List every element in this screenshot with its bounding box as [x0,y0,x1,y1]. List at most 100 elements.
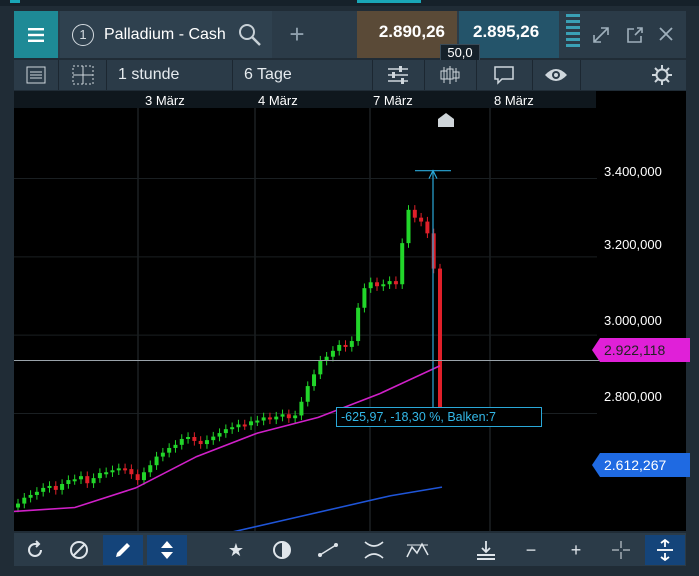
menu-button[interactable] [14,11,58,58]
star-icon: ★ [227,539,245,560]
candle [312,374,317,387]
hamburger-icon [28,27,44,42]
pattern-tool-button[interactable] [398,535,438,565]
candle [97,473,102,479]
candle [110,470,115,473]
candle [412,209,417,218]
reset-button[interactable] [15,535,55,565]
trendline-icon [318,543,338,557]
popout-icon[interactable] [626,26,644,44]
candle [28,494,33,498]
candlestick-icon [440,66,460,84]
candle [204,440,209,445]
top-strip [0,0,699,6]
zoom-out-button[interactable]: − [511,535,551,565]
candle [66,480,71,484]
minus-icon: − [525,539,537,560]
candle [318,360,323,375]
range-selector[interactable]: 6 Tage [232,60,372,90]
indicators-button[interactable] [372,60,424,90]
candle [438,268,442,418]
close-icon[interactable] [658,26,674,42]
candle [255,420,260,423]
candle [236,424,241,428]
clear-button[interactable] [59,535,99,565]
candle [249,421,254,426]
moving-average-short-line [14,364,441,513]
draw-button[interactable] [103,535,143,565]
candle [267,417,272,420]
candle [330,350,335,357]
date-label: 8 März [494,93,534,108]
candle [431,233,436,269]
candle [123,468,128,471]
candle [192,437,197,441]
drag-mode-button[interactable] [147,535,187,565]
crosshair-button[interactable] [601,535,641,565]
candle [223,429,228,434]
candle [356,307,361,342]
trendline-tool-button[interactable] [308,535,348,565]
market-depth-icon[interactable] [566,14,580,56]
candle [34,491,39,495]
fit-vertical-icon [657,539,673,561]
contrast-icon [273,541,291,559]
layout-button[interactable] [60,60,106,90]
price-label: 2.800,000 [604,389,662,404]
candle [419,217,424,222]
search-icon[interactable] [238,23,262,47]
fibonacci-tool-button[interactable] [354,535,394,565]
instrument-tab[interactable]: 1 Palladium - Cash [60,11,272,58]
candle [211,436,216,441]
measure-label: -625,97, -18,30 %, Balken:7 [336,407,542,427]
candle [343,344,348,347]
candle [104,472,109,475]
candle [406,209,411,244]
price-label: 3.400,000 [604,164,662,179]
candle [91,478,96,484]
plus-icon: + [570,539,582,560]
crosshair-icon [612,541,630,559]
sliders-icon [388,66,408,84]
candle [242,424,247,427]
ma-long-price-tag: 2.612,267 [592,453,690,477]
align-icon [477,541,495,560]
refresh-icon [28,540,42,557]
price-plot[interactable] [14,108,597,531]
visibility-button[interactable] [532,60,580,90]
theme-button[interactable] [262,535,302,565]
candle [217,433,222,437]
candle [230,427,235,430]
add-tab-button[interactable]: + [274,11,320,58]
home-marker-icon[interactable] [437,112,455,128]
candle [72,479,77,482]
candle [293,415,298,419]
speech-bubble-icon [494,66,514,85]
expand-icon[interactable] [592,26,610,44]
candle [261,417,266,421]
eye-icon [545,69,567,81]
candle [299,401,304,416]
candle [198,440,203,445]
favorite-button[interactable]: ★ [216,535,256,565]
candle [286,414,291,419]
align-button[interactable] [466,535,506,565]
measure-tool [415,169,451,419]
chart-type-button[interactable] [424,60,476,90]
candle [280,414,285,417]
candle [186,437,191,439]
candle [173,444,178,448]
moving-average-long-line [233,486,443,531]
fit-vertical-button[interactable] [645,535,685,565]
candle [425,221,430,234]
candle [47,485,52,488]
settings-button[interactable] [640,60,684,90]
up-down-arrows-icon [161,541,173,559]
candle [179,438,184,445]
candle [16,503,20,508]
comment-button[interactable] [476,60,532,90]
interval-selector[interactable]: 1 stunde [106,60,232,90]
date-label: 3 März [145,93,185,108]
zoom-in-button[interactable]: + [556,535,596,565]
list-view-button[interactable] [14,60,58,90]
